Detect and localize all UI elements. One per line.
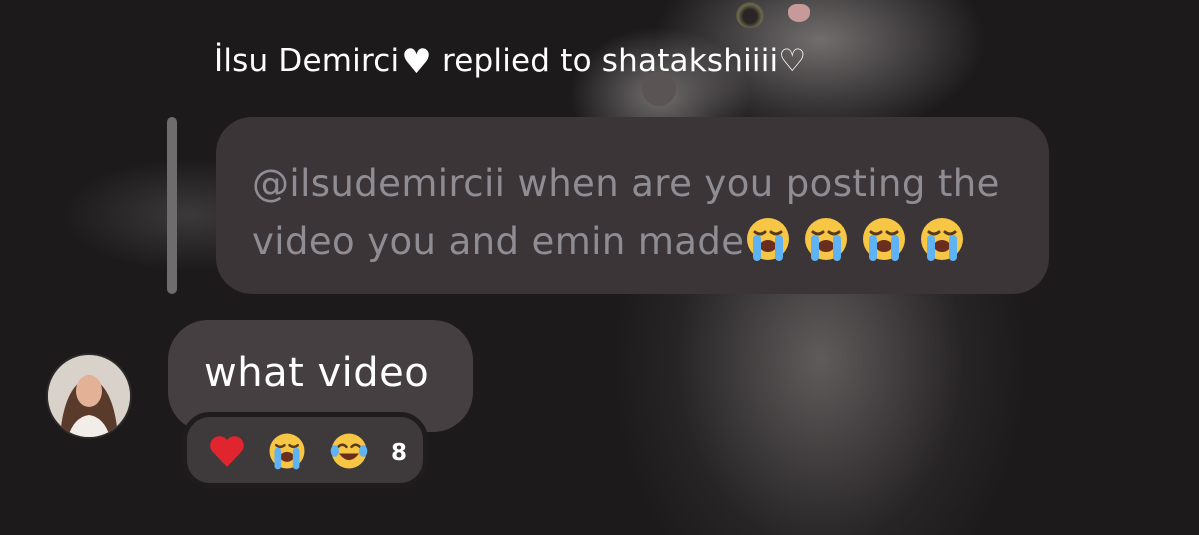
- loudly-crying-face-icon: [805, 218, 848, 261]
- loudly-crying-face-icon: [747, 218, 790, 261]
- loudly-crying-face-icon: [269, 433, 305, 470]
- reactions-pill[interactable]: 8: [182, 412, 428, 488]
- avatar-photo: [48, 355, 130, 437]
- reply-indicator-bar: [167, 117, 177, 294]
- mention-link[interactable]: @ilsudemircii: [252, 162, 505, 205]
- reply-header: İlsu Demirci♥ replied to shatakshiiii♡: [214, 42, 806, 82]
- cat-nose: [788, 4, 810, 22]
- reply-action-text: replied to shatakshiiii♡: [441, 43, 807, 79]
- sender-name: İlsu Demirci: [214, 43, 400, 79]
- loudly-crying-face-icon: [863, 218, 906, 261]
- cat-eye: [736, 2, 764, 28]
- reaction-count: 8: [391, 440, 408, 466]
- white-heart-icon: ♥: [401, 42, 432, 82]
- message-text: what video: [204, 350, 430, 396]
- red-heart-icon: [210, 436, 244, 467]
- face-with-tears-of-joy-icon: [330, 433, 368, 469]
- avatar[interactable]: [48, 355, 130, 437]
- quoted-message-bubble[interactable]: @ilsudemircii when are you posting the v…: [216, 117, 1049, 294]
- loudly-crying-face-icon: [921, 218, 964, 261]
